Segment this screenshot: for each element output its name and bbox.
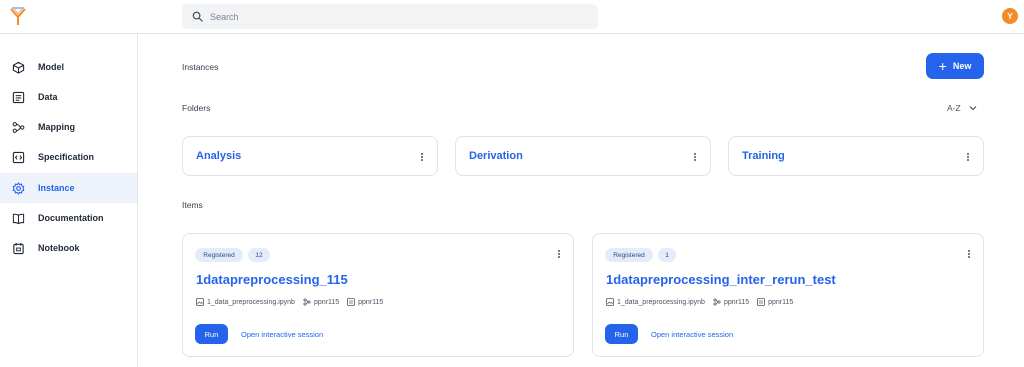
sidebar-item-label: Specification: [38, 152, 95, 162]
new-button-label: New: [952, 61, 972, 71]
table-icon: [347, 298, 356, 306]
sidebar-item-documentation[interactable]: Documentation: [0, 203, 137, 233]
image-file-icon: [606, 298, 614, 306]
status-badge: Registered: [195, 248, 243, 262]
instance-card[interactable]: Registered 1 1datapreprocessing_inter_re…: [592, 233, 984, 357]
folder-card-training[interactable]: Training: [728, 136, 984, 176]
instance-meta: 1_data_preprocessing.ipynb ppnr115 ppnr1…: [606, 298, 801, 306]
page-title: Instances: [182, 62, 219, 72]
sidebar-item-label: Documentation: [38, 213, 104, 223]
instance-title[interactable]: 1datapreprocessing_inter_rerun_test: [606, 272, 836, 287]
sidebar-item-data[interactable]: Data: [0, 82, 137, 112]
sidebar-item-instance[interactable]: Instance: [0, 173, 137, 203]
plus-icon: +: [938, 58, 947, 74]
folders-heading: Folders: [182, 103, 211, 113]
table-icon: [757, 298, 766, 306]
sort-label: A-Z: [947, 103, 961, 113]
gear-icon: [12, 181, 25, 195]
notebook-file: 1_data_preprocessing.ipynb: [196, 298, 295, 306]
search-input[interactable]: [210, 11, 590, 22]
sidebar: Model Data Mapping Specification Instanc…: [0, 34, 138, 367]
flow-icon: [12, 121, 25, 134]
run-button[interactable]: Run: [195, 324, 228, 344]
sidebar-item-model[interactable]: Model: [0, 52, 137, 82]
items-heading: Items: [182, 200, 203, 210]
user-avatar[interactable]: Y: [1002, 8, 1018, 24]
notebook-file-name: 1_data_preprocessing.ipynb: [207, 298, 295, 306]
status-badge: Registered: [605, 248, 653, 262]
mapping-name: ppnr115: [723, 298, 750, 306]
spec-ref: ppnr115: [347, 298, 383, 306]
folder-name: Derivation: [469, 150, 523, 162]
sidebar-item-mapping[interactable]: Mapping: [0, 112, 137, 142]
folder-card-analysis[interactable]: Analysis: [182, 136, 438, 176]
sidebar-item-notebook[interactable]: Notebook: [0, 233, 137, 263]
more-options-icon[interactable]: [554, 247, 564, 261]
book-icon: [12, 212, 25, 225]
cube-icon: [12, 61, 25, 74]
mapping-name: ppnr115: [313, 298, 340, 306]
folder-card-derivation[interactable]: Derivation: [455, 136, 711, 176]
mapping-ref: ppnr115: [713, 298, 749, 306]
sidebar-item-label: Model: [38, 62, 64, 72]
sort-dropdown[interactable]: A-Z: [947, 103, 977, 113]
image-file-icon: [196, 298, 204, 306]
instance-title[interactable]: 1datapreprocessing_115: [196, 272, 348, 287]
search-icon: [192, 11, 203, 22]
spec-name: ppnr115: [358, 298, 384, 306]
sidebar-item-label: Instance: [38, 183, 75, 193]
more-options-icon[interactable]: [963, 150, 973, 164]
sidebar-item-label: Notebook: [38, 243, 80, 253]
sidebar-item-label: Data: [38, 92, 58, 102]
count-badge: 1: [658, 248, 676, 262]
flow-icon: [303, 298, 311, 306]
code-icon: [12, 151, 25, 164]
mapping-ref: ppnr115: [303, 298, 339, 306]
app-logo[interactable]: [8, 5, 28, 27]
notebook-file-name: 1_data_preprocessing.ipynb: [617, 298, 705, 306]
open-interactive-session-link[interactable]: Open interactive session: [241, 330, 323, 339]
count-badge: 12: [248, 248, 270, 262]
folder-name: Training: [742, 150, 785, 162]
flow-icon: [713, 298, 721, 306]
notebook-icon: [12, 242, 25, 255]
chevron-down-icon: [969, 106, 977, 111]
search-bar[interactable]: [182, 4, 598, 29]
open-interactive-session-link[interactable]: Open interactive session: [651, 330, 733, 339]
instance-card[interactable]: Registered 12 1datapreprocessing_115 1_d…: [182, 233, 574, 357]
top-bar: Y: [0, 0, 1024, 34]
spec-name: ppnr115: [768, 298, 794, 306]
new-button[interactable]: + New: [926, 53, 984, 79]
sidebar-item-specification[interactable]: Specification: [0, 142, 137, 172]
more-options-icon[interactable]: [964, 247, 974, 261]
more-options-icon[interactable]: [690, 150, 700, 164]
instance-meta: 1_data_preprocessing.ipynb ppnr115 ppnr1…: [196, 298, 391, 306]
run-button[interactable]: Run: [605, 324, 638, 344]
notebook-file: 1_data_preprocessing.ipynb: [606, 298, 705, 306]
sidebar-item-label: Mapping: [38, 122, 75, 132]
folder-name: Analysis: [196, 150, 242, 162]
table-icon: [12, 91, 25, 104]
more-options-icon[interactable]: [417, 150, 427, 164]
spec-ref: ppnr115: [757, 298, 793, 306]
